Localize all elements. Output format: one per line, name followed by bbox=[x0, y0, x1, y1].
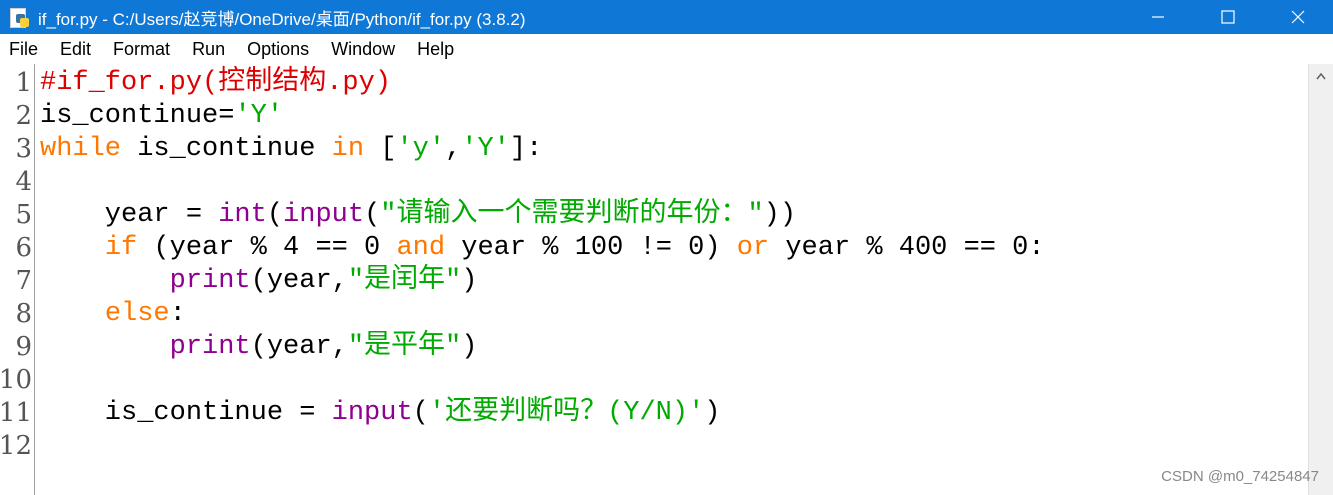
code-token-keyword: while bbox=[40, 134, 122, 164]
code-line: print(year,"是闰年") bbox=[40, 265, 478, 298]
close-icon[interactable] bbox=[1263, 0, 1333, 34]
title-bar[interactable]: if_for.py - C:/Users/赵竞博/OneDrive/桌面/Pyt… bbox=[0, 0, 1333, 34]
line-number: 12 bbox=[0, 431, 32, 461]
line-number: 2 bbox=[15, 101, 32, 131]
line-number: 9 bbox=[15, 332, 32, 362]
code-token-keyword: and bbox=[396, 233, 446, 263]
code-line: if (year % 4 == 0 and year % 100 != 0) o… bbox=[40, 232, 1045, 265]
code-token-default: ( bbox=[266, 200, 284, 230]
code-token-string: "是平年" bbox=[347, 332, 462, 362]
code-token-default: is_continue= bbox=[40, 101, 235, 131]
code-token-builtin: print bbox=[169, 332, 251, 362]
watermark: CSDN @m0_74254847 bbox=[1161, 468, 1319, 485]
line-number: 5 bbox=[15, 200, 32, 230]
code-token-default bbox=[40, 332, 170, 362]
line-number-gutter: 1 2 3 4 5 6 7 8 9 10 11 12 bbox=[0, 64, 35, 495]
code-token-default: (year, bbox=[250, 266, 348, 296]
maximize-icon[interactable] bbox=[1193, 0, 1263, 34]
code-line: print(year,"是平年") bbox=[40, 331, 478, 364]
code-line: is_continue = input('还要判断吗？(Y/N)') bbox=[40, 397, 721, 430]
code-text-area[interactable]: #if_for.py(控制结构.py) is_continue='Y' while … bbox=[40, 64, 1307, 495]
code-token-default: year = bbox=[40, 200, 219, 230]
code-token-builtin: input bbox=[331, 398, 413, 428]
code-line: while is_continue in ['y','Y']: bbox=[40, 133, 542, 166]
code-token-default: is_continue = bbox=[40, 398, 332, 428]
menu-help[interactable]: Help bbox=[406, 34, 465, 64]
code-token-default: ( bbox=[364, 200, 381, 230]
code-token-default: [ bbox=[364, 134, 397, 164]
code-token-keyword: else bbox=[104, 299, 170, 329]
code-token-builtin: input bbox=[283, 200, 365, 230]
code-token-default: year % 400 == 0: bbox=[769, 233, 1045, 263]
code-token-default bbox=[40, 266, 170, 296]
line-number: 1 bbox=[15, 68, 32, 98]
code-line: #if_for.py(控制结构.py) bbox=[40, 67, 391, 100]
code-token-default: (year, bbox=[250, 332, 348, 362]
code-token-default: ) bbox=[704, 398, 721, 428]
code-token-string: 'Y' bbox=[461, 134, 510, 164]
menu-window[interactable]: Window bbox=[320, 34, 406, 64]
code-token-string: "请输入一个需要判断的年份：" bbox=[380, 200, 764, 230]
menu-run[interactable]: Run bbox=[181, 34, 236, 64]
window-title: if_for.py - C:/Users/赵竞博/OneDrive/桌面/Pyt… bbox=[38, 9, 526, 29]
line-number: 10 bbox=[0, 365, 32, 395]
code-line: year = int(input("请输入一个需要判断的年份：")) bbox=[40, 199, 796, 232]
code-token-default: , bbox=[445, 134, 462, 164]
code-token-string: 'Y' bbox=[234, 101, 284, 131]
code-token-default bbox=[40, 233, 105, 263]
code-token-keyword: if bbox=[104, 233, 138, 263]
menu-edit[interactable]: Edit bbox=[49, 34, 102, 64]
code-token-default: is_continue bbox=[121, 134, 332, 164]
code-token-keyword: or bbox=[736, 233, 770, 263]
code-line: else: bbox=[40, 298, 186, 331]
code-token-builtin: int bbox=[218, 200, 267, 230]
line-number: 11 bbox=[0, 398, 32, 428]
line-number: 6 bbox=[15, 233, 32, 263]
code-token-comment: #if_for.py(控制结构.py) bbox=[40, 68, 392, 98]
menu-bar: File Edit Format Run Options Window Help bbox=[0, 34, 1333, 64]
minimize-icon[interactable] bbox=[1123, 0, 1193, 34]
line-number: 7 bbox=[15, 266, 32, 296]
code-token-default bbox=[40, 299, 105, 329]
code-token-default: (year % 4 == 0 bbox=[137, 233, 397, 263]
code-token-string: '还要判断吗？(Y/N)' bbox=[428, 398, 705, 428]
code-token-default: : bbox=[169, 299, 186, 329]
scroll-up-arrow-icon[interactable] bbox=[1309, 64, 1333, 88]
code-token-keyword: in bbox=[331, 134, 365, 164]
menu-format[interactable]: Format bbox=[102, 34, 181, 64]
python-file-icon bbox=[8, 6, 30, 28]
code-token-default: ( bbox=[412, 398, 429, 428]
code-line: is_continue='Y' bbox=[40, 100, 283, 133]
code-token-default: ) bbox=[461, 266, 478, 296]
code-token-default: )) bbox=[763, 200, 797, 230]
vertical-scrollbar[interactable] bbox=[1308, 64, 1333, 495]
line-number: 3 bbox=[15, 134, 32, 164]
line-number: 8 bbox=[15, 299, 32, 329]
line-number: 4 bbox=[15, 167, 32, 197]
code-token-default: year % 100 != 0) bbox=[445, 233, 737, 263]
code-token-builtin: print bbox=[169, 266, 251, 296]
code-token-default: ]: bbox=[509, 134, 543, 164]
code-editor[interactable]: 1 2 3 4 5 6 7 8 9 10 11 12 #if_for.py(控制结构.py) is_co… bbox=[0, 64, 1333, 495]
code-token-default: ) bbox=[461, 332, 478, 362]
menu-options[interactable]: Options bbox=[236, 34, 320, 64]
code-token-string: 'y' bbox=[396, 134, 446, 164]
menu-file[interactable]: File bbox=[0, 34, 49, 64]
window-controls bbox=[1123, 0, 1333, 34]
code-token-string: "是闰年" bbox=[347, 266, 462, 296]
